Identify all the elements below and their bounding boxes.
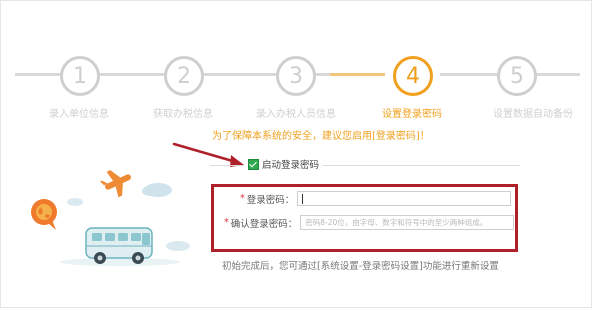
step-5-label: 设置数据自动备份 — [493, 109, 573, 120]
step-4-number: 4 — [406, 63, 420, 89]
required-mark: * — [224, 217, 229, 228]
password-label: 登录密码： — [246, 194, 295, 206]
step-2-label: 获取办税信息 — [153, 109, 213, 120]
travel-illustration — [31, 170, 190, 266]
step-1-label: 录入单位信息 — [49, 109, 109, 120]
step-track-active — [330, 73, 385, 76]
settings-note: 初始完成后，您可通过[系统设置-登录密码设置]功能进行重新设置 — [222, 261, 499, 272]
login-password-panel: 启动登录密码 * 登录密码： * 确认登录密码： 密码8-20位，由字母、数字和… — [210, 157, 520, 254]
text-caret — [302, 193, 304, 204]
step-5-number: 5 — [510, 63, 524, 89]
step-3-number: 3 — [289, 63, 303, 89]
confirm-password-placeholder: 密码8-20位，由字母、数字和符号中的至少两种组成。 — [305, 218, 488, 227]
globe-speech-bubble-icon — [31, 199, 57, 230]
enable-password-toggle[interactable]: 启动登录密码 — [244, 157, 324, 171]
step-1-number: 1 — [73, 63, 87, 89]
enable-password-label: 启动登录密码 — [262, 160, 320, 171]
airplane-icon — [100, 170, 131, 198]
step-4-circle: 4 — [393, 56, 433, 96]
step-2-number: 2 — [177, 63, 191, 89]
step-3-label: 录入办税人员信息 — [256, 109, 336, 120]
enable-password-checkbox[interactable] — [248, 158, 259, 170]
required-mark: * — [240, 193, 245, 204]
step-3-circle: 3 — [276, 56, 316, 96]
step-5-circle: 5 — [497, 56, 537, 96]
password-row: * 登录密码： — [240, 191, 512, 206]
confirm-password-label: 确认登录密码： — [230, 218, 298, 230]
password-input[interactable] — [297, 191, 512, 206]
step-4-label: 设置登录密码 — [382, 109, 442, 120]
bus-icon — [60, 227, 180, 266]
confirm-password-row: * 确认登录密码： 密码8-20位，由字母、数字和符号中的至少两种组成。 — [224, 215, 515, 230]
step-1-circle: 1 — [60, 56, 100, 96]
confirm-password-input[interactable]: 密码8-20位，由字母、数字和符号中的至少两种组成。 — [300, 215, 515, 230]
cloud-icon — [142, 183, 172, 197]
step-2-circle: 2 — [164, 56, 204, 96]
